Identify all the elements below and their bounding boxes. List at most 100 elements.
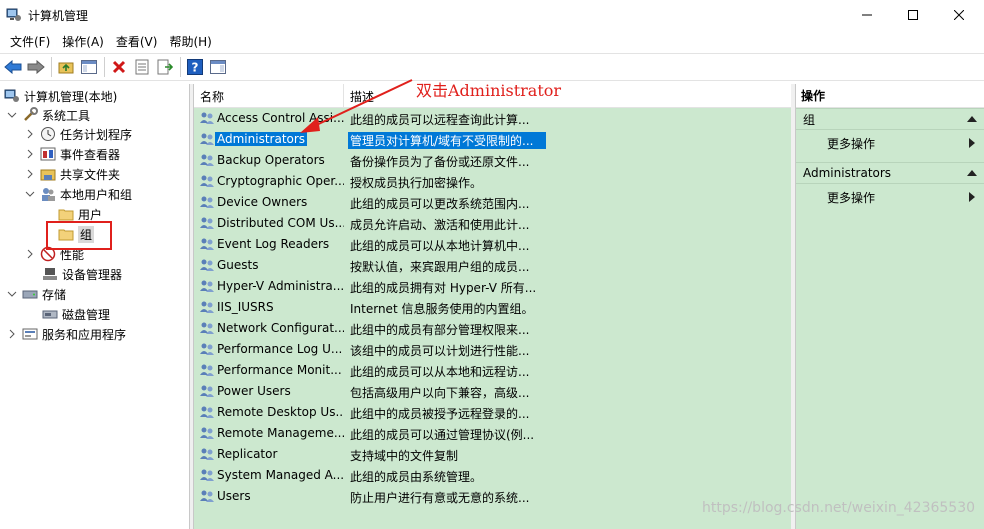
menu-view[interactable]: 查看(V) [110,31,164,52]
more-actions-administrators[interactable]: 更多操作 [796,186,984,208]
minimize-icon [862,14,872,16]
group-row[interactable]: Network Configurat... 此组中的成员有部分管理权限来... [194,318,792,339]
tree-item-label: 系统工具 [42,108,91,123]
tree-item-local-users-groups[interactable]: 本地用户和组 [24,184,132,204]
group-row[interactable]: Power Users 包括高级用户以向下兼容，高级... [194,381,792,402]
delete-button[interactable] [108,56,130,78]
group-row[interactable]: Cryptographic Oper... 授权成员执行加密操作。 [194,171,792,192]
group-name: Hyper-V Administra... [217,279,344,293]
computer-management-icon [4,88,20,104]
group-icon [199,215,215,231]
show-action-pane-button[interactable] [207,56,229,78]
group-row[interactable]: Access Control Assi... 此组的成员可以远程查询此计算... [194,108,792,129]
chevron-right-icon[interactable] [6,328,18,340]
tree-item-label: 用户 [78,207,103,222]
event-viewer-icon [40,146,56,162]
group-description: 此组的成员可以从本地计算机中... [350,239,530,253]
maximize-icon [908,10,918,20]
maximize-button[interactable] [890,0,936,30]
menu-action[interactable]: 操作(A) [56,31,110,52]
group-icon [199,299,215,315]
window-title: 计算机管理 [28,9,89,23]
group-row[interactable]: Guests 按默认值，来宾跟用户组的成员... [194,255,792,276]
group-description: 成员允许启动、激活和使用此计... [350,218,530,232]
chevron-right-icon[interactable] [24,248,36,260]
group-icon [199,467,215,483]
show-hide-tree-button[interactable] [78,56,100,78]
group-name: Backup Operators [217,153,325,167]
minimize-button[interactable] [844,0,890,30]
tree-item-event-viewer[interactable]: 事件查看器 [24,144,120,164]
group-row[interactable]: Event Log Readers 此组的成员可以从本地计算机中... [194,234,792,255]
group-row[interactable]: Performance Monit... 此组的成员可以从本地和远程访... [194,360,792,381]
chevron-up-icon [967,170,977,176]
chevron-right-icon[interactable] [24,168,36,180]
group-name: System Managed A... [217,468,344,482]
group-name: Network Configurat... [217,321,344,335]
group-row[interactable]: Administrators 管理员对计算机/域有不受限制的... [194,129,792,150]
tree-item-label: 磁盘管理 [62,307,111,322]
group-row[interactable]: Distributed COM Us... 成员允许启动、激活和使用此计... [194,213,792,234]
tree-item-system-tools[interactable]: 系统工具 [6,105,90,125]
group-description: 此组的成员可以更改系统范围内... [350,197,530,211]
tree-item-disk-management[interactable]: 磁盘管理 [42,304,110,324]
tree-item-task-scheduler[interactable]: 任务计划程序 [24,124,132,144]
close-button[interactable] [936,0,982,30]
help-button[interactable]: ? [184,56,206,78]
group-row[interactable]: Replicator 支持域中的文件复制 [194,444,792,465]
chevron-down-icon[interactable] [6,288,18,300]
menu-file[interactable]: 文件(F) [4,31,56,52]
group-name: Event Log Readers [217,237,330,251]
export-list-button[interactable] [154,56,176,78]
chevron-right-icon[interactable] [24,128,36,140]
group-row[interactable]: IIS_IUSRS Internet 信息服务使用的内置组。 [194,297,792,318]
group-row[interactable]: Device Owners 此组的成员可以更改系统范围内... [194,192,792,213]
folder-icon [58,206,74,222]
group-row[interactable]: System Managed A... 此组的成员由系统管理。 [194,465,792,486]
group-name: Remote Manageme... [217,426,344,440]
group-name: Performance Log U... [217,342,343,356]
actions-section-administrators[interactable]: Administrators [796,162,984,184]
group-description: 此组的成员由系统管理。 [350,470,483,484]
back-button[interactable] [2,56,24,78]
group-icon [199,152,215,168]
chevron-down-icon[interactable] [24,188,36,200]
group-row[interactable]: Remote Desktop Us... 此组中的成员被授予远程登录的... [194,402,792,423]
column-header-label: 名称 [200,89,225,104]
list-body: Access Control Assi... 此组的成员可以远程查询此计算... A… [194,108,792,529]
group-description: 防止用户进行有意或无意的系统... [350,491,530,505]
tree-item-label: 共享文件夹 [60,167,121,182]
group-row[interactable]: Hyper-V Administra... 此组的成员拥有对 Hyper-V 所有… [194,276,792,297]
group-row[interactable]: Performance Log U... 该组中的成员可以计划进行性能... [194,339,792,360]
actions-section-group[interactable]: 组 [796,108,984,130]
group-row[interactable]: Backup Operators 备份操作员为了备份或还原文件... [194,150,792,171]
folder-up-icon [58,62,74,74]
properties-icon [135,59,149,75]
chevron-down-icon[interactable] [6,109,18,121]
tree-item-storage[interactable]: 存储 [6,284,66,304]
group-icon [199,446,215,462]
group-icon [199,383,215,399]
group-name: IIS_IUSRS [217,300,274,314]
back-arrow-icon [4,60,22,74]
actions-header: 操作 [796,84,984,108]
up-level-button[interactable] [55,56,77,78]
forward-button[interactable] [25,56,47,78]
tree-item-device-manager[interactable]: 设备管理器 [42,264,122,284]
watermark: https://blog.csdn.net/weixin_42365530 [702,500,976,516]
group-icon [199,341,215,357]
menu-help[interactable]: 帮助(H) [163,31,217,52]
chevron-right-icon[interactable] [24,148,36,160]
export-icon [157,59,173,75]
group-row[interactable]: Remote Manageme... 此组的成员可以通过管理协议(例... [194,423,792,444]
tree-item-computer-management[interactable]: 计算机管理(本地) [4,86,117,106]
tree-item-label: 本地用户和组 [60,187,133,202]
group-icon [199,404,215,420]
tree-item-shared-folders[interactable]: 共享文件夹 [24,164,120,184]
group-name: Distributed COM Us... [217,216,344,230]
tree-item-services-apps[interactable]: 服务和应用程序 [6,324,126,344]
group-description: Internet 信息服务使用的内置组。 [350,302,534,316]
users-icon [40,186,56,202]
properties-button[interactable] [131,56,153,78]
more-actions-group[interactable]: 更多操作 [796,132,984,154]
